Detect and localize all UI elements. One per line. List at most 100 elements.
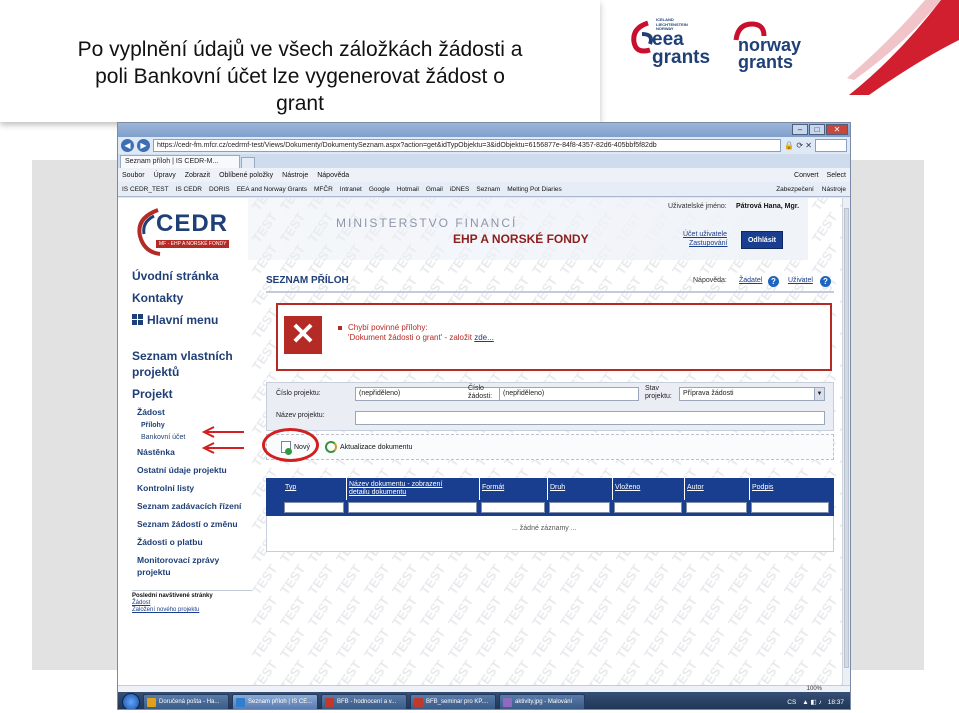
fav-intranet[interactable]: Intranet — [340, 186, 362, 193]
tools-menu[interactable]: Nástroje — [822, 186, 846, 193]
col-typ[interactable]: Typ — [285, 484, 296, 492]
fav-mfcr[interactable]: MFČR — [314, 186, 333, 193]
nav-monitorovaci[interactable]: Monitorovací zprávy projektu — [137, 554, 252, 578]
filter-druh-input[interactable] — [549, 502, 610, 513]
clock[interactable]: 18:37 — [828, 699, 844, 706]
logout-button[interactable]: Odhlásit — [741, 231, 783, 249]
col-format[interactable]: Formát — [482, 484, 504, 492]
update-document-button[interactable]: Aktualizace dokumentu — [325, 441, 412, 453]
convert-button[interactable]: Convert — [794, 172, 819, 179]
paint-icon — [503, 697, 512, 707]
tab-active[interactable]: Seznam příloh | IS CEDR-M... — [120, 155, 240, 168]
watermark-text: TEST — [724, 561, 757, 598]
taskbar-item-label: BFB - hodnocení a v... — [337, 699, 397, 705]
col-vlozeno[interactable]: Vloženo — [615, 484, 640, 492]
menu-item-zobrazit[interactable]: Zobrazit — [185, 172, 210, 179]
fav-idnes[interactable]: iDNES — [450, 186, 470, 193]
taskbar-item-pdf1[interactable]: BFB - hodnocení a v... — [321, 694, 407, 709]
help-icon[interactable]: ? — [768, 276, 779, 287]
error-detail-text: 'Dokument žádosti o grant' - založit — [348, 333, 475, 342]
create-here-link[interactable]: zde... — [474, 333, 494, 342]
fav-is-cedr-test[interactable]: IS CEDR_TEST — [122, 186, 169, 193]
menu-item-upravy[interactable]: Úpravy — [154, 172, 176, 179]
nav-seznam-zadosti-zmenu[interactable]: Seznam žádostí o změnu — [137, 518, 252, 530]
fav-google[interactable]: Google — [369, 186, 390, 193]
address-actions[interactable]: 🔒 ⟳ ✕ — [784, 141, 812, 150]
taskbar-item-paint[interactable]: aktivity.jpg - Malování — [499, 694, 585, 709]
nav-zadosti-platbu[interactable]: Žádosti o platbu — [137, 536, 252, 548]
slide-title-line3: grant — [276, 92, 324, 115]
menu-item-soubor[interactable]: Soubor — [122, 172, 145, 179]
nav-kontrolni-listy[interactable]: Kontrolní listy — [137, 482, 252, 494]
select-button[interactable]: Select — [827, 172, 846, 179]
menu-item-napoveda[interactable]: Nápověda — [317, 172, 349, 179]
nav-seznam-projektu[interactable]: Seznam vlastních projektů — [132, 348, 252, 380]
error-x-icon: ✕ — [284, 316, 322, 354]
col-podpis[interactable]: Podpis — [752, 484, 773, 492]
help-uzivatel-link[interactable]: Uživatel — [788, 277, 813, 284]
browser-search-input[interactable] — [815, 139, 847, 152]
new-tab-button[interactable] — [241, 157, 255, 168]
filter-format-input[interactable] — [481, 502, 545, 513]
filter-typ-input[interactable] — [284, 502, 344, 513]
nav-projekt[interactable]: Projekt — [132, 386, 252, 402]
fav-gmail[interactable]: Gmail — [426, 186, 443, 193]
chevron-down-icon[interactable]: ▼ — [814, 388, 824, 400]
fav-melting-pot[interactable]: Melting Pot Diaries — [507, 186, 562, 193]
recent-link-zalozeni[interactable]: Založení nového projektu — [132, 607, 252, 614]
help-zadatel-link[interactable]: Žadatel — [739, 277, 762, 284]
watermark-text: TEST — [724, 625, 757, 662]
filter-autor-input[interactable] — [686, 502, 747, 513]
taskbar-item-pdf2[interactable]: BFB_seminar pro KP.... — [410, 694, 496, 709]
language-indicator[interactable]: CS — [787, 699, 796, 706]
nav-hlavni-menu[interactable]: Hlavní menu — [132, 312, 252, 328]
vertical-scrollbar[interactable] — [842, 198, 850, 685]
filter-vlozeno-input[interactable] — [614, 502, 682, 513]
address-bar[interactable]: https://cedr-fm.mfcr.cz/cedrmf-test/View… — [153, 139, 782, 152]
nav-seznam-zadavacich[interactable]: Seznam zadávacích řízení — [137, 500, 252, 512]
fav-doris[interactable]: DORIS — [209, 186, 230, 193]
maximize-icon[interactable]: □ — [809, 124, 825, 135]
help-icon[interactable]: ? — [820, 276, 831, 287]
filter-nazev-input[interactable] — [348, 502, 477, 513]
nav-zadost[interactable]: Žádost — [137, 406, 252, 418]
forward-icon[interactable]: ▶ — [137, 139, 150, 152]
cedr-logo[interactable]: CEDR MF - EHP A NORSKÉ FONDY — [132, 206, 232, 258]
fav-hotmail[interactable]: Hotmail — [397, 186, 419, 193]
menu-item-nastroje[interactable]: Nástroje — [282, 172, 308, 179]
nav-ostatni-udaje[interactable]: Ostatní údaje projektu — [137, 464, 252, 476]
watermark-text: TEST — [248, 625, 281, 662]
scrollbar-thumb[interactable] — [844, 208, 849, 668]
taskbar-item-label: Seznam příloh | IS CE... — [248, 699, 313, 705]
tray-icons[interactable]: ▲ ◧ ♪ — [802, 698, 821, 706]
back-icon[interactable]: ◀ — [121, 139, 134, 152]
taskbar-item-ie[interactable]: Seznam příloh | IS CE... — [232, 694, 318, 709]
recent-link-zadost[interactable]: Žádost — [132, 600, 252, 607]
account-link[interactable]: Účet uživatele — [683, 231, 727, 238]
close-icon[interactable]: ✕ — [826, 124, 848, 135]
pdf-icon — [414, 697, 423, 707]
taskbar-item-outlook[interactable]: Doručená pošta - Ha... — [143, 694, 229, 709]
start-button[interactable] — [122, 693, 140, 709]
col-druh[interactable]: Druh — [550, 484, 565, 492]
cislo-zadosti-label: Číslo žádosti: — [468, 385, 493, 400]
system-tray: CS ▲ ◧ ♪ 18:37 — [787, 698, 850, 707]
col-autor[interactable]: Autor — [687, 484, 704, 492]
watermark-text: TEST — [500, 657, 533, 685]
stav-projektu-field[interactable]: Příprava žádosti ▼ — [679, 387, 825, 401]
nav-kontakty[interactable]: Kontakty — [132, 290, 252, 306]
watermark-text: TEST — [780, 561, 813, 598]
fav-eea-norway-grants[interactable]: EEA and Norway Grants — [237, 186, 307, 193]
minimize-icon[interactable]: – — [792, 124, 808, 135]
filter-podpis-input[interactable] — [751, 502, 829, 513]
fav-is-cedr[interactable]: IS CEDR — [176, 186, 202, 193]
nav-uvodni-stranka[interactable]: Úvodní stránka — [132, 268, 252, 284]
ie-icon — [236, 697, 245, 707]
fav-seznam[interactable]: Seznam — [476, 186, 500, 193]
window-controls: – □ ✕ — [792, 124, 848, 135]
security-menu[interactable]: Zabezpečení — [776, 186, 814, 193]
zastupovani-link[interactable]: Zastupování — [689, 240, 728, 247]
menu-item-oblibene[interactable]: Oblíbené položky — [219, 172, 273, 179]
col-nazev[interactable]: Název dokumentu - zobrazení detailu doku… — [349, 481, 459, 497]
nazev-projektu-field — [355, 411, 825, 425]
